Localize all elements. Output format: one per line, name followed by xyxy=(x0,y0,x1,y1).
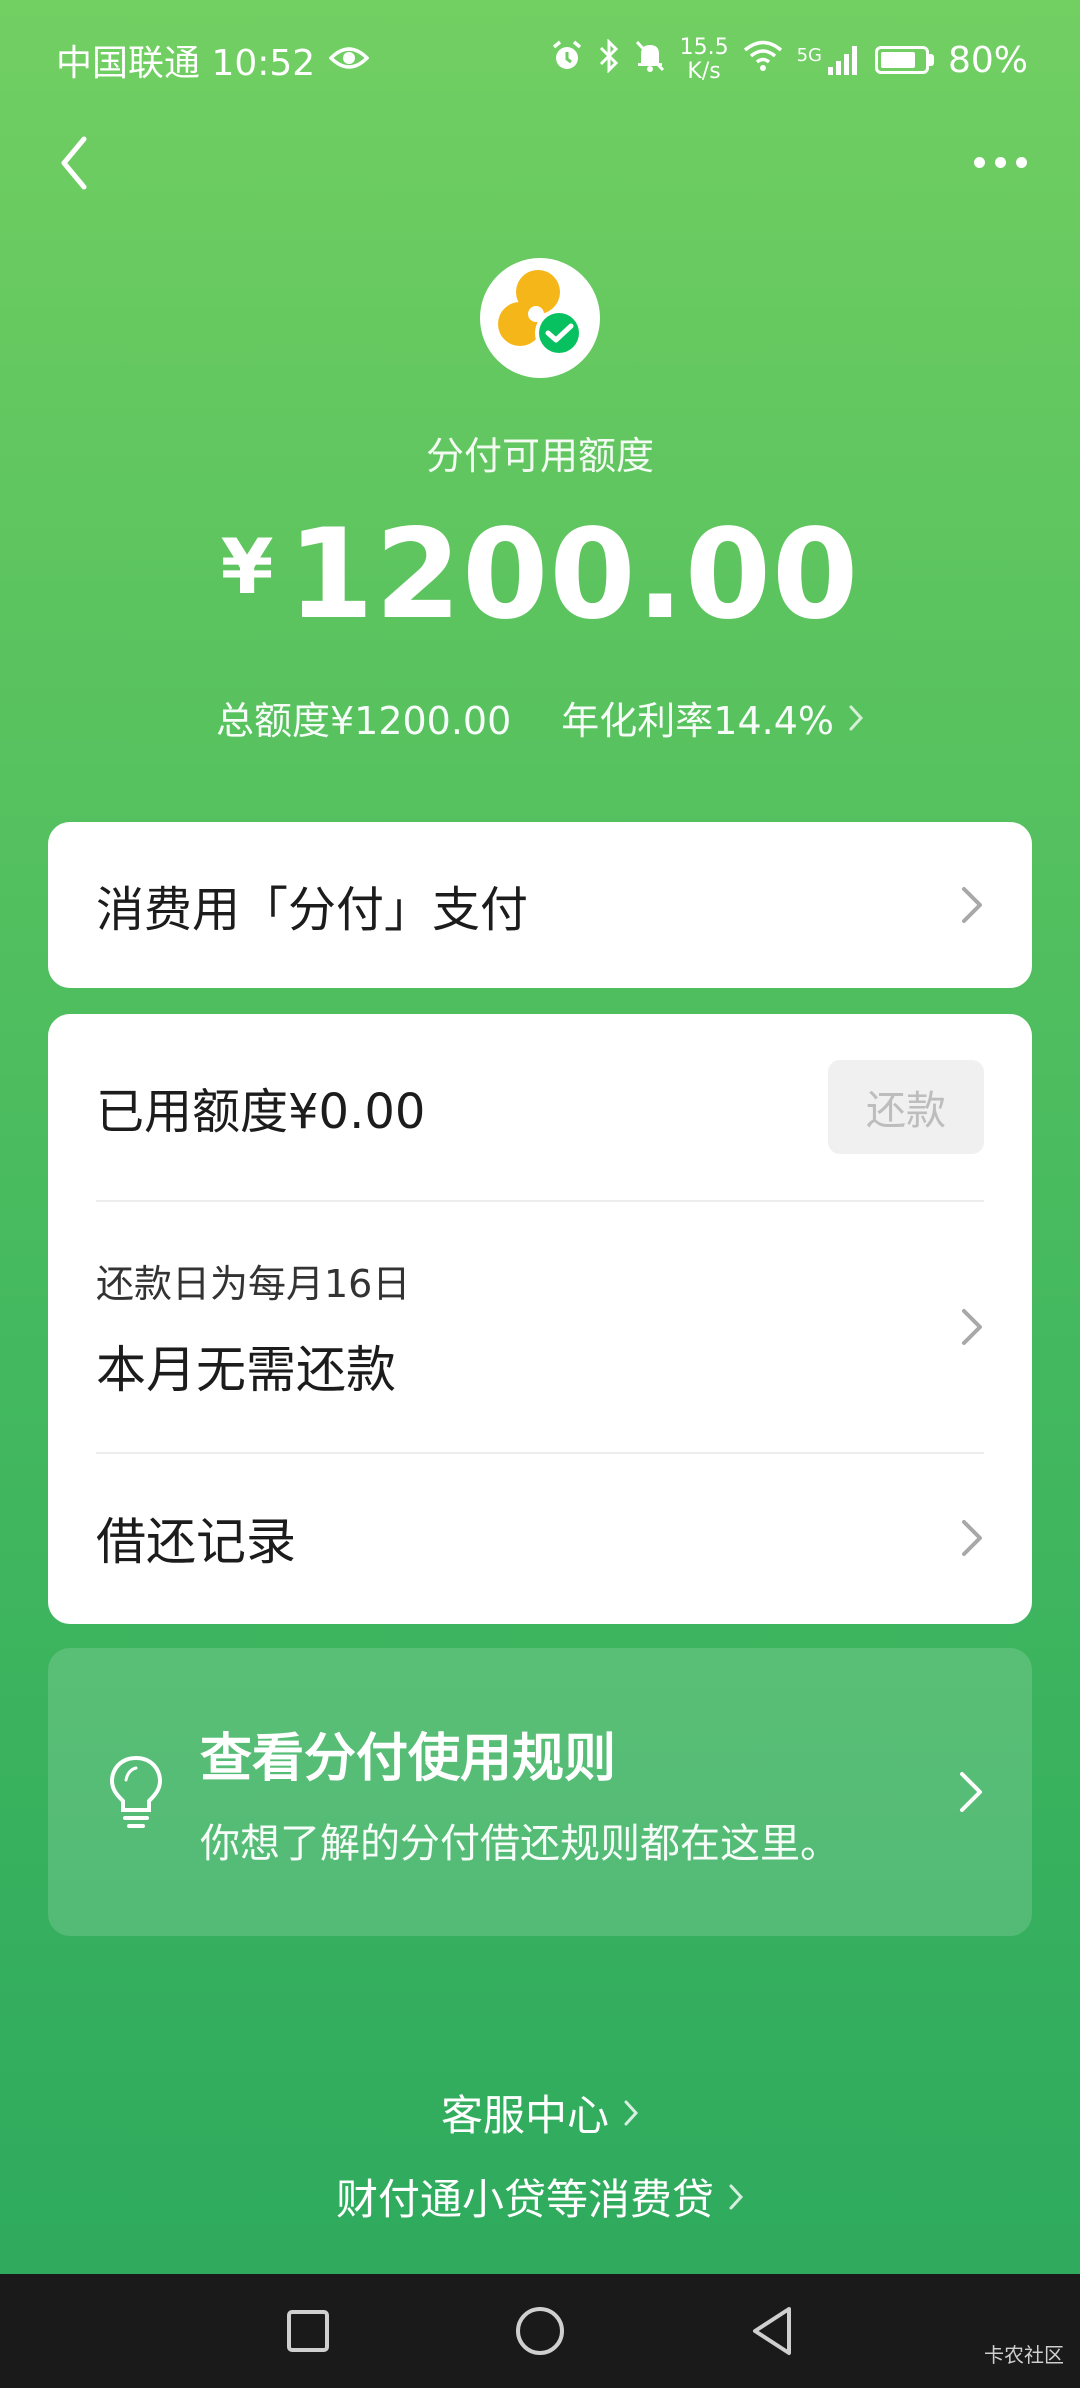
available-amount: ¥ 1200.00 xyxy=(0,500,1080,650)
more-button[interactable] xyxy=(964,140,1036,184)
customer-service-label: 客服中心 xyxy=(440,2091,609,2140)
repay-button[interactable]: 还款 xyxy=(828,1060,984,1154)
wifi-icon xyxy=(743,40,783,81)
watermark: 卡农社区 xyxy=(984,2343,1064,2367)
system-nav-bar xyxy=(0,2274,1080,2388)
home-button[interactable] xyxy=(510,2301,570,2361)
chevron-right-icon xyxy=(962,887,982,923)
more-dots-icon xyxy=(973,156,985,168)
amount-value: 1200.00 xyxy=(287,503,860,647)
records-label: 借还记录 xyxy=(96,1513,296,1571)
pay-with-fenfu-label: 消费用「分付」支付 xyxy=(96,882,529,938)
home-icon xyxy=(516,2307,564,2355)
annual-rate: 年化利率14.4% xyxy=(561,699,835,743)
lightbulb-icon xyxy=(109,1755,163,1828)
chevron-right-icon xyxy=(729,2184,744,2209)
back-button[interactable] xyxy=(44,128,104,198)
used-limit-label: 已用额度¥0.00 xyxy=(96,1084,426,1140)
net-speed: 15.5 K/s xyxy=(680,36,729,84)
net-speed-unit: K/s xyxy=(687,59,721,84)
chevron-right-icon xyxy=(962,1520,982,1556)
carrier-time: 中国联通 10:52 xyxy=(56,43,316,84)
usage-rules-card[interactable]: 查看分付使用规则 你想了解的分付借还规则都在这里。 xyxy=(48,1648,1032,1936)
net-speed-value: 15.5 xyxy=(679,35,729,60)
battery-percent: 80% xyxy=(947,39,1028,81)
rules-description: 你想了解的分付借还规则都在这里。 xyxy=(200,1820,840,1867)
chevron-right-icon xyxy=(849,705,864,730)
borrow-repay-records-row[interactable]: 借还记录 xyxy=(96,1454,984,1622)
limit-summary: 总额度¥1200.00 年化利率14.4% xyxy=(0,690,1080,745)
bluetooth-icon xyxy=(598,37,620,82)
network-type: 5G xyxy=(796,45,822,66)
due-status-text: 本月无需还款 xyxy=(96,1340,396,1399)
battery-icon xyxy=(874,46,934,74)
status-right: 15.5 K/s 5G 80% xyxy=(550,36,1028,84)
due-day-text: 还款日为每月16日 xyxy=(96,1261,411,1306)
available-limit-label: 分付可用额度 xyxy=(425,434,654,478)
repayment-card: 已用额度¥0.00 还款 还款日为每月16日 本月无需还款 借还记录 xyxy=(48,1014,1032,1624)
consumer-loan-link[interactable]: 财付通小贷等消费贷 xyxy=(0,2166,1080,2227)
status-left: 中国联通 10:52 xyxy=(56,34,370,86)
used-limit-row: 已用额度¥0.00 还款 xyxy=(96,1014,984,1202)
recent-apps-button[interactable] xyxy=(278,2301,338,2361)
chevron-right-icon xyxy=(624,2100,639,2125)
currency-symbol: ¥ xyxy=(220,522,274,611)
chevron-left-icon xyxy=(61,136,87,190)
fenfu-logo xyxy=(480,258,600,378)
recent-apps-icon xyxy=(287,2310,329,2352)
annual-rate-link[interactable]: 年化利率14.4% xyxy=(561,690,864,745)
eye-icon xyxy=(328,40,370,81)
pay-with-fenfu-card[interactable]: 消费用「分付」支付 xyxy=(48,822,1032,988)
consumer-loan-label: 财付通小贷等消费贷 xyxy=(335,2175,714,2224)
total-limit: 总额度¥1200.00 xyxy=(215,699,512,743)
customer-service-link[interactable]: 客服中心 xyxy=(0,2082,1080,2143)
back-triangle-icon xyxy=(753,2307,791,2355)
mute-bell-icon xyxy=(634,39,666,82)
rules-title: 查看分付使用规则 xyxy=(200,1728,617,1789)
signal-icon: 5G xyxy=(797,45,861,75)
chevron-right-icon xyxy=(962,1309,982,1345)
system-back-button[interactable] xyxy=(742,2301,802,2361)
repayment-date-row[interactable]: 还款日为每月16日 本月无需还款 xyxy=(96,1202,984,1454)
alarm-icon xyxy=(550,39,584,82)
chevron-right-icon xyxy=(960,1772,982,1812)
status-bar: 中国联通 10:52 15.5 K/s 5G 80% xyxy=(0,0,1080,120)
